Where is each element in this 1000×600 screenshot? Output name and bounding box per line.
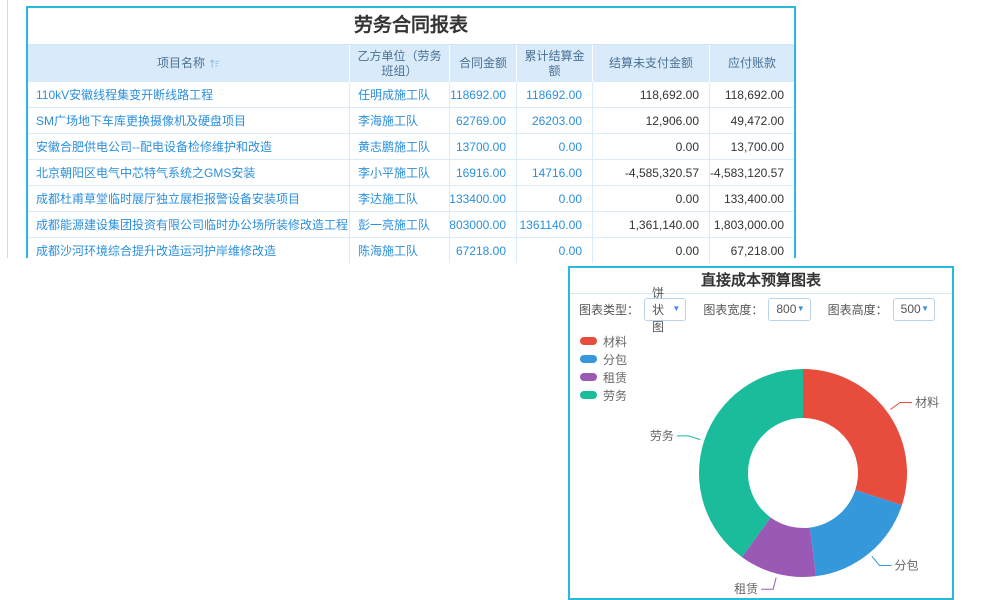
table-row: 北京朝阳区电气中芯特气系统之GMS安装李小平施工队16916.0014716.0… — [28, 160, 794, 186]
pie-label-labor: 劳务 — [650, 428, 674, 443]
table-row: 成都能源建设集团投资有限公司临时办公场所装修改造工程EPC彭一亮施工队18030… — [28, 212, 794, 238]
cell-settled-amount: 1361140.00 — [517, 212, 593, 237]
cell-project-name[interactable]: 成都能源建设集团投资有限公司临时办公场所装修改造工程EPC — [28, 212, 350, 237]
cell-contractor[interactable]: 李达施工队 — [350, 186, 450, 211]
cell-project-name[interactable]: 北京朝阳区电气中芯特气系统之GMS安装 — [28, 160, 350, 185]
pie-label-line-labor — [677, 436, 700, 440]
cell-contractor[interactable]: 李小平施工队 — [350, 160, 450, 185]
pie-label-line-materials — [890, 402, 912, 409]
column-header-label: 结算未支付金额 — [609, 56, 693, 71]
cell-contractor[interactable]: 彭一亮施工队 — [350, 212, 450, 237]
cell-settled-amount: 0.00 — [517, 134, 593, 159]
column-header-contract-amount: 合同金额 — [450, 45, 517, 82]
labor-contract-report-panel: 劳务合同报表 项目名称 乙方单位（劳务班组） 合同金额累计结算金额 结算未支付金额 应付… — [26, 6, 796, 258]
cell-unpaid-amount: 118,692.00 — [593, 82, 710, 107]
direct-cost-budget-chart-panel: 直接成本预算图表 图表类型：饼状图▼图表宽度：800▼图表高度：500▼ 材料分… — [568, 266, 954, 600]
cell-contract-amount: 67218.00 — [450, 238, 517, 263]
cell-contract-amount: 133400.00 — [450, 186, 517, 211]
table-row: 成都杜甫草堂临时展厅独立展柜报警设备安装项目李达施工队133400.000.00… — [28, 186, 794, 212]
pie-label-rental: 租赁 — [734, 582, 758, 596]
cell-payable-amount: 118,692.00 — [710, 82, 794, 107]
pie-label-materials: 材料 — [915, 396, 939, 410]
pie-slice-materials[interactable] — [803, 369, 907, 505]
table-body: 110kV安徽线程集变开断线路工程任明成施工队118692.00118692.0… — [28, 82, 794, 263]
page-edge-divider — [7, 0, 8, 258]
cell-settled-amount: 0.00 — [517, 186, 593, 211]
column-header-project-name[interactable]: 项目名称 — [28, 45, 350, 82]
table-row: 110kV安徽线程集变开断线路工程任明成施工队118692.00118692.0… — [28, 82, 794, 108]
cell-unpaid-amount: 0.00 — [593, 238, 710, 263]
cell-contractor[interactable]: 任明成施工队 — [350, 82, 450, 107]
cell-unpaid-amount: 1,361,140.00 — [593, 212, 710, 237]
table-row: 成都沙河环境综合提升改造运河护岸维修改造陈海施工队67218.000.000.0… — [28, 238, 794, 263]
cell-unpaid-amount: 0.00 — [593, 134, 710, 159]
cell-project-name[interactable]: 安徽合肥供电公司--配电设备检修维护和改造 — [28, 134, 350, 159]
cell-payable-amount: -4,583,120.57 — [710, 160, 794, 185]
pie-label-line-subcontract — [872, 556, 892, 565]
cell-contract-amount: 16916.00 — [450, 160, 517, 185]
column-header-label: 应付账款 — [728, 56, 776, 71]
cell-contract-amount: 118692.00 — [450, 82, 517, 107]
column-header-label: 累计结算金额 — [521, 49, 588, 79]
cell-payable-amount: 1,803,000.00 — [710, 212, 794, 237]
cell-contractor[interactable]: 李海施工队 — [350, 108, 450, 133]
cell-contractor[interactable]: 陈海施工队 — [350, 238, 450, 263]
cell-settled-amount: 118692.00 — [517, 82, 593, 107]
sort-icon — [209, 58, 220, 69]
cell-unpaid-amount: -4,585,320.57 — [593, 160, 710, 185]
cell-payable-amount: 133,400.00 — [710, 186, 794, 211]
donut-chart: 材料分包租赁 劳务 — [570, 268, 952, 598]
cell-contract-amount: 13700.00 — [450, 134, 517, 159]
pie-slice-subcontract[interactable] — [810, 490, 902, 576]
cell-project-name[interactable]: 成都沙河环境综合提升改造运河护岸维修改造 — [28, 238, 350, 263]
cell-payable-amount: 13,700.00 — [710, 134, 794, 159]
column-header-contractor: 乙方单位（劳务班组） — [350, 45, 450, 82]
cell-project-name[interactable]: 成都杜甫草堂临时展厅独立展柜报警设备安装项目 — [28, 186, 350, 211]
table-header-row: 项目名称 乙方单位（劳务班组） 合同金额累计结算金额 结算未支付金额 应付账款 — [28, 45, 794, 82]
column-header-label: 合同金额 — [459, 56, 507, 71]
cell-settled-amount: 26203.00 — [517, 108, 593, 133]
cell-settled-amount: 14716.00 — [517, 160, 593, 185]
cell-unpaid-amount: 12,906.00 — [593, 108, 710, 133]
cell-project-name[interactable]: SM广场地下车库更换摄像机及硬盘项目 — [28, 108, 350, 133]
cell-contract-amount: 62769.00 — [450, 108, 517, 133]
cell-unpaid-amount: 0.00 — [593, 186, 710, 211]
column-header-label: 乙方单位（劳务班组） — [354, 49, 445, 79]
column-header-label: 项目名称 — [157, 56, 205, 71]
report-title: 劳务合同报表 — [28, 8, 794, 45]
pie-label-subcontract: 分包 — [895, 559, 919, 573]
cell-settled-amount: 0.00 — [517, 238, 593, 263]
column-header-unpaid-amount: 结算未支付金额 — [593, 45, 710, 82]
cell-payable-amount: 67,218.00 — [710, 238, 794, 263]
cell-project-name[interactable]: 110kV安徽线程集变开断线路工程 — [28, 82, 350, 107]
cell-contractor[interactable]: 黄志鹏施工队 — [350, 134, 450, 159]
table-row: 安徽合肥供电公司--配电设备检修维护和改造黄志鹏施工队13700.000.000… — [28, 134, 794, 160]
column-header-payable-amount: 应付账款 — [710, 45, 794, 82]
cell-contract-amount: 1803000.00 — [450, 212, 517, 237]
cell-payable-amount: 49,472.00 — [710, 108, 794, 133]
column-header-settled-amount: 累计结算金额 — [517, 45, 593, 82]
pie-label-line-rental — [761, 578, 776, 590]
table-row: SM广场地下车库更换摄像机及硬盘项目李海施工队62769.0026203.001… — [28, 108, 794, 134]
